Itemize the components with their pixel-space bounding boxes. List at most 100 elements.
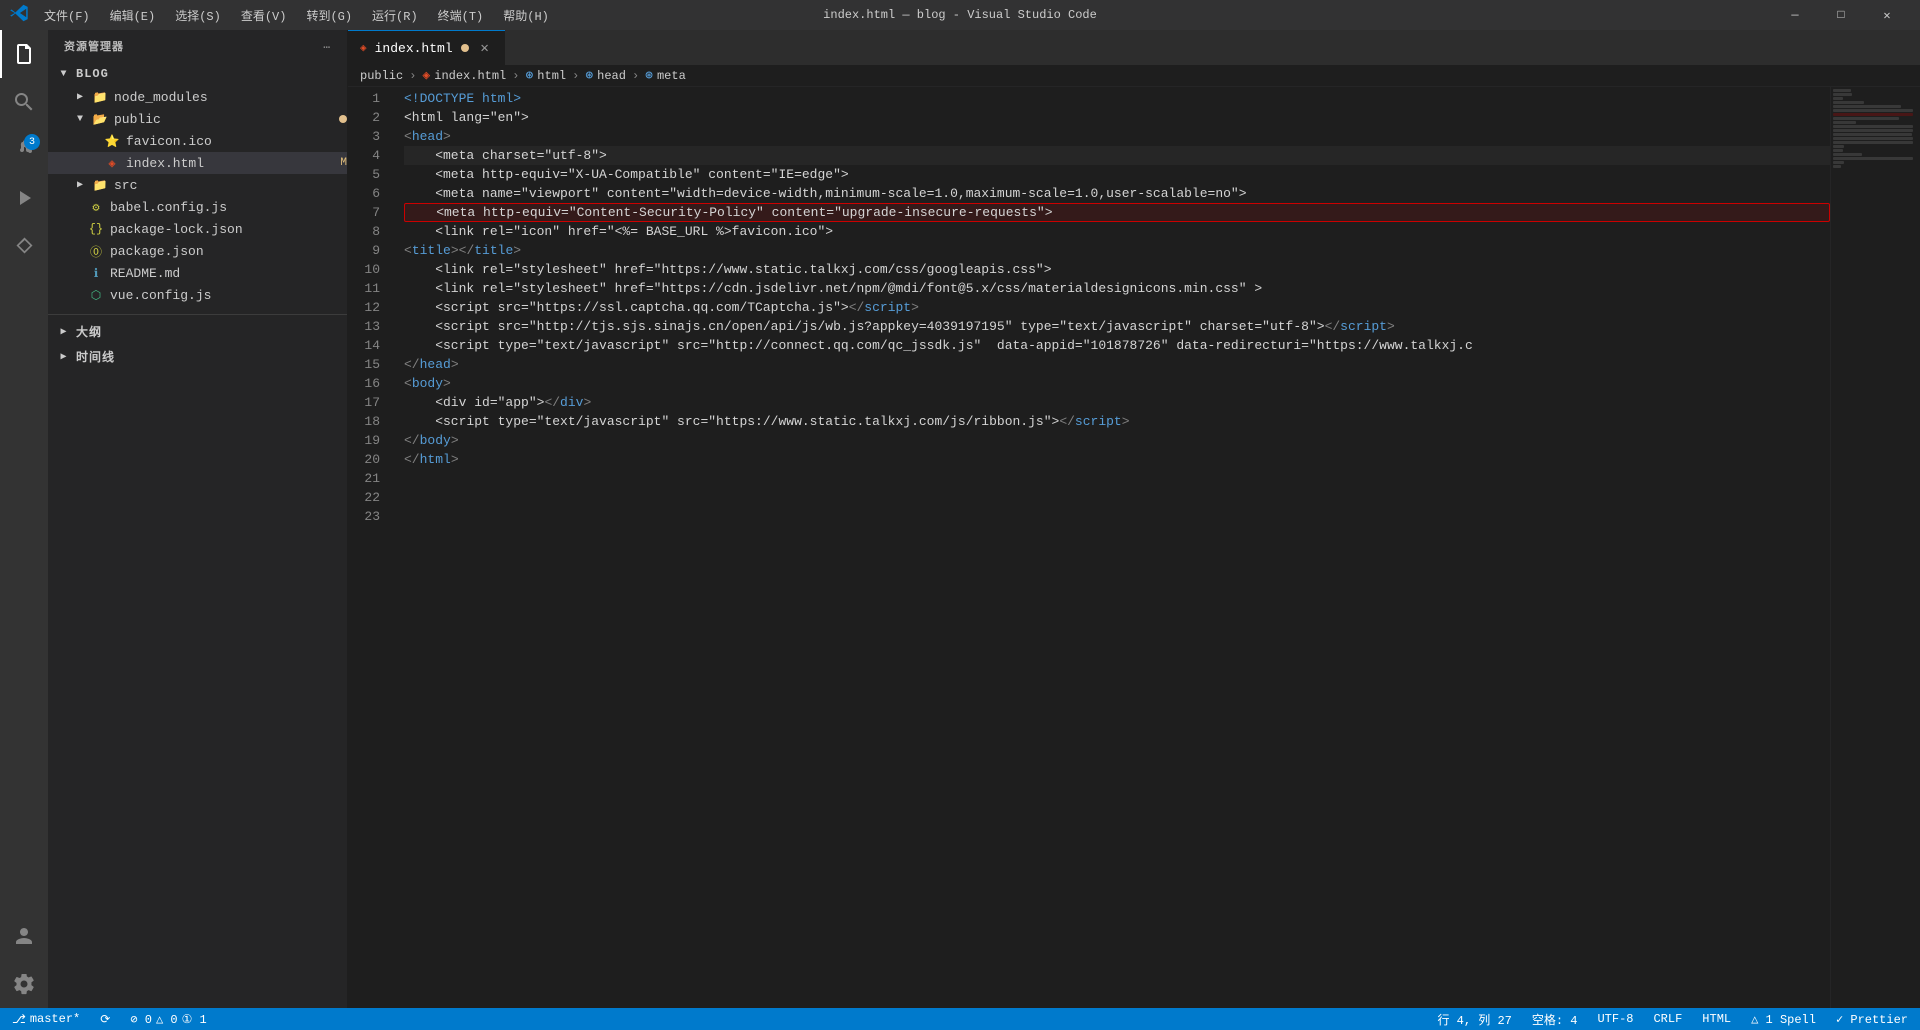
code-line-15[interactable]: </head> bbox=[404, 355, 1830, 374]
spaces-item[interactable]: 空格: 4 bbox=[1528, 1008, 1582, 1030]
code-line-20[interactable]: </html> bbox=[404, 450, 1830, 469]
tree-item-vue-config[interactable]: ⬡ vue.config.js bbox=[48, 284, 347, 306]
menu-help[interactable]: 帮助(H) bbox=[495, 5, 557, 26]
sidebar-outline[interactable]: ▶ 大纲 bbox=[48, 319, 347, 344]
activity-bar: 3 bbox=[0, 30, 48, 1008]
menu-goto[interactable]: 转到(G) bbox=[298, 5, 360, 26]
minimize-button[interactable]: — bbox=[1772, 0, 1818, 30]
code-line-14[interactable]: <script type="text/javascript" src="http… bbox=[404, 336, 1830, 355]
account-icon[interactable] bbox=[0, 912, 48, 960]
errors-item[interactable]: ⊘ 0 △ 0 ① 1 bbox=[126, 1008, 210, 1030]
code-line-4[interactable]: <meta charset="utf-8"> bbox=[404, 146, 1830, 165]
tree-item-index-html[interactable]: ◈ index.html M bbox=[48, 152, 347, 174]
tree-item-favicon[interactable]: ⭐ favicon.ico bbox=[48, 130, 347, 152]
minimap-line-6 bbox=[1833, 109, 1913, 112]
breadcrumb-index-html[interactable]: ◈ index.html bbox=[422, 68, 506, 83]
tab-close-button[interactable]: ✕ bbox=[477, 40, 493, 56]
code-line-13[interactable]: <script src="http://tjs.sjs.sinajs.cn/op… bbox=[404, 317, 1830, 336]
code-line-11[interactable]: <link rel="stylesheet" href="https://cdn… bbox=[404, 279, 1830, 298]
window-controls[interactable]: — □ ✕ bbox=[1772, 0, 1910, 30]
code-line-16[interactable]: <body> bbox=[404, 374, 1830, 393]
code-line-21[interactable] bbox=[404, 469, 1830, 488]
code-content[interactable]: <!DOCTYPE html><html lang="en"> <head> <… bbox=[396, 87, 1830, 1008]
tree-item-readme[interactable]: ℹ README.md bbox=[48, 262, 347, 284]
menu-run[interactable]: 运行(R) bbox=[364, 5, 426, 26]
code-line-12[interactable]: <script src="https://ssl.captcha.qq.com/… bbox=[404, 298, 1830, 317]
tab-label: index.html bbox=[375, 41, 453, 56]
code-editor[interactable]: 1234567891011121314151617181920212223 <!… bbox=[348, 87, 1920, 1008]
code-line-10[interactable]: <link rel="stylesheet" href="https://www… bbox=[404, 260, 1830, 279]
minimap bbox=[1830, 87, 1920, 1008]
code-line-23[interactable] bbox=[404, 507, 1830, 526]
minimap-line-15 bbox=[1833, 145, 1844, 148]
tree-item-src[interactable]: ▶ 📁 src bbox=[48, 174, 347, 196]
line-number-5: 5 bbox=[348, 165, 380, 184]
sidebar-timeline[interactable]: ▶ 时间线 bbox=[48, 344, 347, 369]
folder-icon: 📁 bbox=[92, 89, 108, 105]
code-line-5[interactable]: <meta http-equiv="X-UA-Compatible" conte… bbox=[404, 165, 1830, 184]
warnings-label: △ 0 bbox=[156, 1012, 178, 1027]
code-line-9[interactable]: <title></title> bbox=[404, 241, 1830, 260]
breadcrumb-meta[interactable]: ⊛ meta bbox=[645, 68, 686, 83]
sync-item[interactable]: ⟳ bbox=[96, 1008, 114, 1030]
menu-edit[interactable]: 编辑(E) bbox=[102, 5, 164, 26]
breadcrumb-index-html-label: index.html bbox=[434, 69, 506, 83]
sidebar-section-blog[interactable]: ▼ BLOG bbox=[48, 62, 347, 86]
index-html-label: index.html bbox=[126, 156, 336, 171]
breadcrumb-html[interactable]: ⊛ html bbox=[525, 68, 566, 83]
menu-select[interactable]: 选择(S) bbox=[167, 5, 229, 26]
code-line-1[interactable]: <!DOCTYPE html> bbox=[404, 89, 1830, 108]
md-file-icon: ℹ bbox=[88, 265, 104, 281]
code-line-2[interactable]: <html lang="en"> bbox=[404, 108, 1830, 127]
breadcrumb-public[interactable]: public bbox=[360, 69, 403, 83]
line-number-10: 10 bbox=[348, 260, 380, 279]
line-number-21: 21 bbox=[348, 469, 380, 488]
favicon-label: favicon.ico bbox=[126, 134, 347, 149]
code-line-18[interactable]: <script type="text/javascript" src="http… bbox=[404, 412, 1830, 431]
breadcrumb-html-icon: ◈ bbox=[422, 68, 430, 83]
code-line-3[interactable]: <head> bbox=[404, 127, 1830, 146]
code-line-6[interactable]: <meta name="viewport" content="width=dev… bbox=[404, 184, 1830, 203]
explorer-icon[interactable] bbox=[0, 30, 48, 78]
search-activity-icon[interactable] bbox=[0, 78, 48, 126]
close-button[interactable]: ✕ bbox=[1864, 0, 1910, 30]
main-layout: 3 资源管理器 … ▼ BLOG bbox=[0, 30, 1920, 1008]
menu-file[interactable]: 文件(F) bbox=[36, 5, 98, 26]
settings-icon[interactable] bbox=[0, 960, 48, 1008]
tree-item-package[interactable]: ⓪ package.json bbox=[48, 240, 347, 262]
sidebar-header-icons[interactable]: … bbox=[323, 40, 331, 52]
extensions-icon[interactable] bbox=[0, 222, 48, 270]
line-number-13: 13 bbox=[348, 317, 380, 336]
spell-item[interactable]: △ 1 Spell bbox=[1747, 1008, 1820, 1030]
code-line-22[interactable] bbox=[404, 488, 1830, 507]
sidebar: 资源管理器 … ▼ BLOG ▶ 📁 node_modules ▼ 📂 publ… bbox=[48, 30, 348, 1008]
code-line-17[interactable]: <div id="app"></div> bbox=[404, 393, 1830, 412]
title-bar-menu[interactable]: 文件(F) 编辑(E) 选择(S) 查看(V) 转到(G) 运行(R) 终端(T… bbox=[36, 5, 557, 26]
run-debug-icon[interactable] bbox=[0, 174, 48, 222]
maximize-button[interactable]: □ bbox=[1818, 0, 1864, 30]
modified-dot bbox=[339, 115, 347, 123]
tree-item-node-modules[interactable]: ▶ 📁 node_modules bbox=[48, 86, 347, 108]
tab-index-html[interactable]: ◈ index.html ✕ bbox=[348, 30, 505, 65]
menu-view[interactable]: 查看(V) bbox=[233, 5, 295, 26]
line-ending-item[interactable]: CRLF bbox=[1649, 1008, 1686, 1030]
breadcrumb-head[interactable]: ⊛ head bbox=[585, 68, 626, 83]
encoding-item[interactable]: UTF-8 bbox=[1593, 1008, 1637, 1030]
code-line-19[interactable]: </body> bbox=[404, 431, 1830, 450]
prettier-item[interactable]: ✓ Prettier bbox=[1832, 1008, 1912, 1030]
menu-terminal[interactable]: 终端(T) bbox=[430, 5, 492, 26]
language-item[interactable]: HTML bbox=[1698, 1008, 1735, 1030]
line-number-7: 7 bbox=[348, 203, 380, 222]
source-control-icon[interactable]: 3 bbox=[0, 126, 48, 174]
git-branch-item[interactable]: ⎇ master* bbox=[8, 1008, 84, 1030]
tree-item-public[interactable]: ▼ 📂 public bbox=[48, 108, 347, 130]
tree-item-package-lock[interactable]: {} package-lock.json bbox=[48, 218, 347, 240]
breadcrumb-sep4: › bbox=[632, 69, 639, 83]
code-line-7[interactable]: <meta http-equiv="Content-Security-Polic… bbox=[404, 203, 1830, 222]
new-file-icon[interactable]: … bbox=[323, 40, 331, 52]
position-item[interactable]: 行 4, 列 27 bbox=[1433, 1008, 1515, 1030]
tree-item-babel[interactable]: ⚙ babel.config.js bbox=[48, 196, 347, 218]
code-line-8[interactable]: <link rel="icon" href="<%= BASE_URL %>fa… bbox=[404, 222, 1830, 241]
info-label: ① 1 bbox=[182, 1012, 207, 1027]
timeline-label: 时间线 bbox=[76, 348, 115, 365]
